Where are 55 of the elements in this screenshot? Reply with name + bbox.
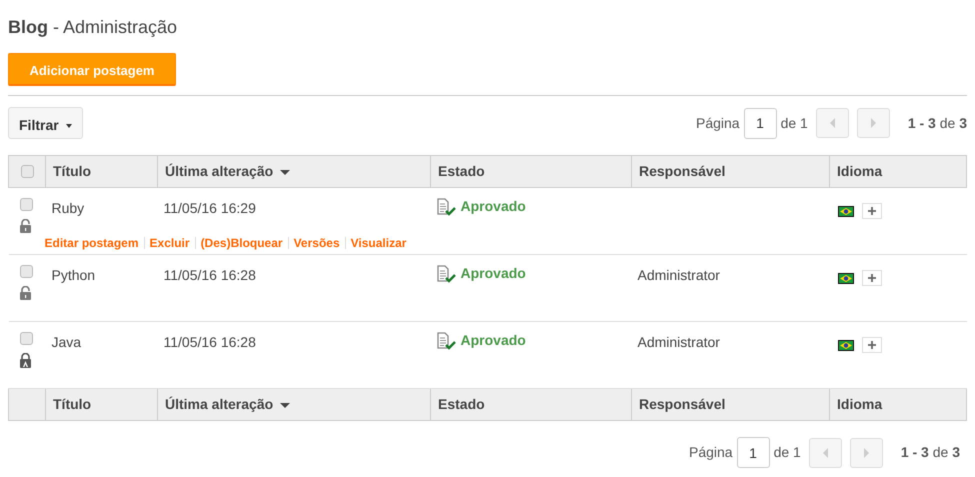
- column-header[interactable]: Estado: [438, 163, 485, 179]
- column-header[interactable]: Estado: [438, 396, 485, 412]
- previous-page-button[interactable]: [808, 438, 842, 468]
- status-label: Aprovado: [460, 198, 526, 214]
- plus-icon: [868, 274, 876, 282]
- results-range: 1 - 3 de 3: [908, 114, 967, 132]
- post-title: Python: [52, 267, 96, 283]
- app-name: Blog: [8, 17, 48, 37]
- filter-button[interactable]: Filtrar: [8, 107, 83, 139]
- brazil-flag-icon[interactable]: [838, 272, 854, 284]
- previous-page-button[interactable]: [816, 108, 849, 138]
- approved-document-icon: [436, 198, 458, 217]
- row-checkbox[interactable]: [20, 332, 32, 345]
- column-header[interactable]: Título: [53, 163, 92, 179]
- row-checkbox[interactable]: [20, 265, 32, 278]
- brazil-flag-icon[interactable]: [838, 340, 854, 351]
- sort-icon: [280, 170, 290, 175]
- page-count: de 1: [774, 443, 801, 462]
- caret-icon: [66, 124, 72, 128]
- select-all-checkbox[interactable]: [20, 165, 34, 178]
- page-count: de 1: [780, 114, 808, 132]
- results-range: 1 - 3 de 3: [900, 443, 960, 462]
- row-checkbox[interactable]: [20, 198, 32, 211]
- post-title: Ruby: [52, 200, 84, 216]
- page-field[interactable]: 1: [744, 108, 777, 138]
- add-translation-button[interactable]: [862, 270, 882, 286]
- left-triangle-icon: [822, 446, 829, 458]
- owner-name: Administrator: [638, 267, 720, 283]
- column-header[interactable]: Idioma: [837, 163, 882, 179]
- approved-document-icon: [436, 332, 458, 351]
- right-triangle-icon: [862, 446, 870, 458]
- post-title: Java: [52, 334, 82, 350]
- page-label: Página: [688, 443, 733, 462]
- next-page-button[interactable]: [856, 108, 890, 138]
- add-translation-button[interactable]: [862, 203, 882, 219]
- approved-document-icon: [436, 264, 458, 284]
- add-translation-button[interactable]: [862, 337, 882, 353]
- status-label: Aprovado: [460, 332, 526, 348]
- next-page-button[interactable]: [850, 438, 883, 468]
- column-header[interactable]: Título: [53, 396, 92, 412]
- column-header[interactable]: Idioma: [837, 396, 882, 412]
- page-field[interactable]: 1: [736, 437, 770, 468]
- left-triangle-icon: [828, 117, 836, 129]
- plus-icon: [868, 341, 876, 349]
- plus-icon: [868, 207, 876, 215]
- page-label: Página: [696, 114, 740, 133]
- modified-date: 11/05/16 16:28: [164, 267, 256, 283]
- owner-name: Administrator: [638, 334, 720, 350]
- brazil-flag-icon[interactable]: [838, 206, 854, 217]
- modified-date: 11/05/16 16:29: [164, 200, 256, 216]
- sort-icon: [280, 402, 290, 408]
- page-title: - Administração: [53, 17, 178, 37]
- modified-date: 11/05/16 16:28: [164, 334, 256, 350]
- status-label: Aprovado: [460, 265, 526, 281]
- right-triangle-icon: [870, 117, 877, 129]
